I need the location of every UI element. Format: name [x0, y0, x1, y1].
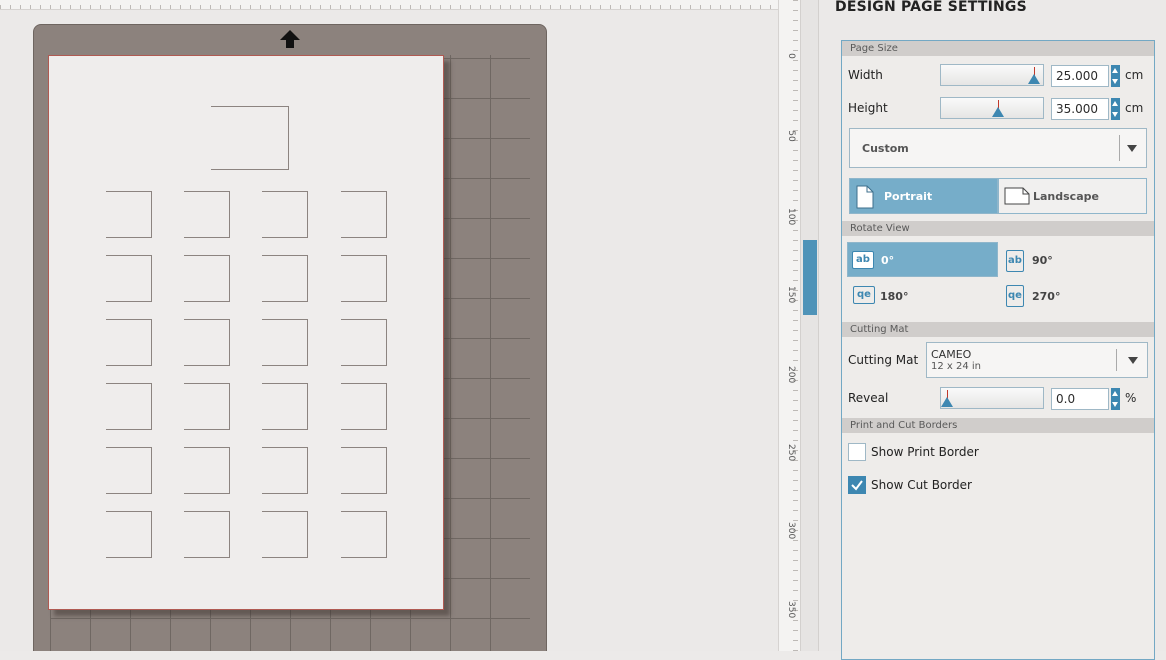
- landscape-page-icon: [1004, 187, 1030, 205]
- chevron-down-icon: [1128, 357, 1138, 364]
- portrait-label: Portrait: [884, 190, 933, 203]
- reveal-unit: %: [1125, 391, 1137, 405]
- design-page-settings-panel: DESIGN PAGE SETTINGS Page Size Width 25.…: [818, 0, 1166, 660]
- cut-shape[interactable]: [262, 255, 308, 302]
- cut-shape[interactable]: [184, 319, 230, 366]
- ruler-label: 0: [786, 53, 796, 59]
- rotate-0-button[interactable]: ab 0°: [847, 242, 998, 277]
- cut-shape[interactable]: [184, 191, 230, 238]
- panel-title: DESIGN PAGE SETTINGS: [835, 0, 1027, 15]
- show-cut-border-checkbox[interactable]: [848, 476, 866, 494]
- height-label: Height: [848, 101, 888, 115]
- portrait-page-icon: [856, 185, 874, 209]
- width-slider[interactable]: [940, 64, 1044, 86]
- slider-thumb[interactable]: [992, 107, 1004, 117]
- reveal-label: Reveal: [848, 391, 889, 405]
- show-cut-border-label: Show Cut Border: [871, 478, 972, 492]
- section-borders: Print and Cut Borders: [842, 418, 1154, 433]
- cut-shape[interactable]: [262, 191, 308, 238]
- width-spinner[interactable]: [1111, 65, 1120, 87]
- height-unit: cm: [1125, 101, 1144, 115]
- title-cut-shape[interactable]: [211, 106, 289, 170]
- rotate-90-label: 90°: [1032, 254, 1053, 267]
- section-cutting-mat: Cutting Mat: [842, 322, 1154, 337]
- rotate-180-label: 180°: [880, 290, 909, 303]
- cut-shape[interactable]: [341, 383, 387, 430]
- show-print-border-label: Show Print Border: [871, 445, 979, 459]
- cut-shape[interactable]: [184, 447, 230, 494]
- width-unit: cm: [1125, 68, 1144, 82]
- ruler-label: 100: [786, 208, 796, 226]
- ruler-label: 200: [786, 366, 796, 384]
- settings-box: Page Size Width 25.000 cm Height 35.000 …: [841, 40, 1155, 660]
- cut-shape[interactable]: [262, 511, 308, 558]
- cut-shape[interactable]: [341, 319, 387, 366]
- reveal-spinner[interactable]: [1111, 388, 1120, 410]
- reveal-slider[interactable]: [940, 387, 1044, 409]
- cut-shape[interactable]: [184, 383, 230, 430]
- ruler-label: 50: [786, 130, 796, 142]
- landscape-button[interactable]: Landscape: [998, 178, 1147, 214]
- ruler-label: 150: [786, 286, 796, 304]
- slider-thumb[interactable]: [941, 397, 953, 407]
- page-size-preset-value: Custom: [862, 142, 909, 155]
- rotate-0-icon: ab: [852, 251, 874, 269]
- cut-shape[interactable]: [262, 447, 308, 494]
- cut-shape[interactable]: [262, 383, 308, 430]
- height-input[interactable]: 35.000: [1051, 98, 1109, 120]
- cut-shape[interactable]: [106, 383, 152, 430]
- landscape-label: Landscape: [1033, 190, 1099, 203]
- cut-shape[interactable]: [184, 255, 230, 302]
- feed-direction-arrow-icon: [280, 30, 300, 48]
- cut-shape[interactable]: [106, 255, 152, 302]
- rotate-270-icon: qe: [1006, 285, 1024, 307]
- rotate-270-button[interactable]: qe 270°: [998, 278, 1148, 312]
- rotate-90-button[interactable]: ab 90°: [998, 242, 1148, 277]
- rotate-0-label: 0°: [881, 254, 895, 267]
- dropdown-separator: [1116, 349, 1117, 371]
- width-input[interactable]: 25.000: [1051, 65, 1109, 87]
- cut-shape[interactable]: [341, 447, 387, 494]
- height-slider[interactable]: [940, 97, 1044, 119]
- cutting-mat-label: Cutting Mat: [848, 353, 919, 367]
- ruler-label: 350: [786, 601, 796, 619]
- reveal-input[interactable]: 0.0: [1051, 388, 1109, 410]
- cut-shape[interactable]: [262, 319, 308, 366]
- rotate-180-icon: qe: [853, 286, 875, 304]
- vertical-scrollbar[interactable]: [800, 0, 818, 651]
- cut-shape[interactable]: [106, 447, 152, 494]
- rotate-180-button[interactable]: qe 180°: [847, 278, 998, 312]
- horizontal-ruler: [0, 0, 778, 10]
- rotate-270-label: 270°: [1032, 290, 1061, 303]
- design-page[interactable]: [48, 55, 444, 610]
- height-spinner[interactable]: [1111, 98, 1120, 120]
- show-print-border-checkbox[interactable]: [848, 443, 866, 461]
- checkmark-icon: [851, 480, 863, 491]
- cutting-mat-value: CAMEO: [931, 348, 972, 361]
- dropdown-separator: [1119, 135, 1120, 161]
- design-canvas[interactable]: [0, 0, 778, 651]
- cut-shape[interactable]: [341, 191, 387, 238]
- chevron-down-icon: [1127, 145, 1137, 152]
- cut-shape[interactable]: [106, 511, 152, 558]
- cutting-mat-size: 12 x 24 in: [931, 361, 982, 372]
- portrait-button[interactable]: Portrait: [849, 178, 998, 214]
- vertical-ruler: [778, 0, 800, 651]
- cut-shape[interactable]: [106, 191, 152, 238]
- section-page-size: Page Size: [842, 41, 1154, 56]
- slider-thumb[interactable]: [1028, 74, 1040, 84]
- ruler-label: 250: [786, 444, 796, 462]
- scroll-thumb[interactable]: [803, 240, 817, 315]
- ruler-label: 300: [786, 522, 796, 540]
- width-label: Width: [848, 68, 883, 82]
- cut-shape[interactable]: [341, 255, 387, 302]
- cut-shape[interactable]: [184, 511, 230, 558]
- page-size-preset-dropdown[interactable]: Custom: [849, 128, 1147, 168]
- cutting-mat-dropdown[interactable]: CAMEO 12 x 24 in: [926, 342, 1148, 378]
- cut-shape[interactable]: [341, 511, 387, 558]
- section-rotate-view: Rotate View: [842, 221, 1154, 236]
- rotate-90-icon: ab: [1006, 250, 1024, 272]
- cut-shape[interactable]: [106, 319, 152, 366]
